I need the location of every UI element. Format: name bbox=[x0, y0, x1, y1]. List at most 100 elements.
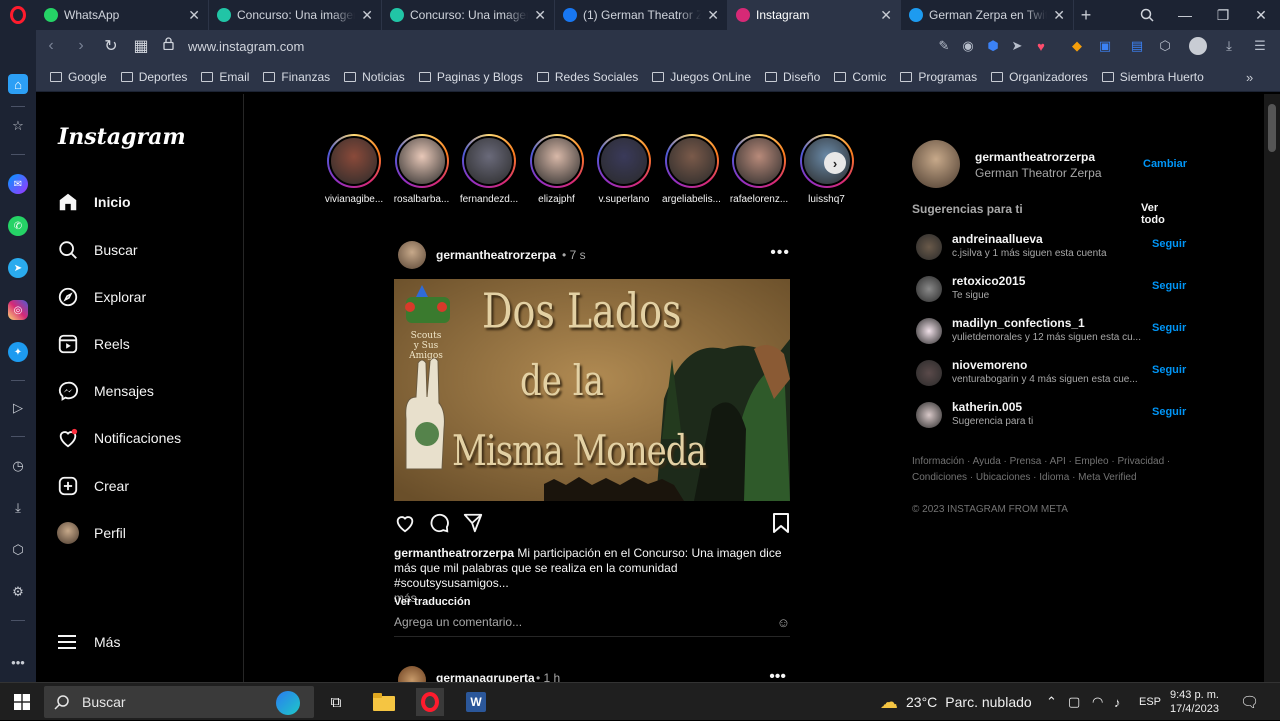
post-author-avatar[interactable] bbox=[398, 241, 426, 269]
story-item[interactable]: v.superlano bbox=[592, 134, 656, 205]
windows-start-icon[interactable] bbox=[8, 688, 36, 716]
settings-gear-icon[interactable]: ⚙ bbox=[8, 582, 28, 602]
forward-button[interactable]: › bbox=[66, 37, 96, 55]
story-item[interactable]: argeliabelis... bbox=[660, 134, 724, 205]
easy-setup-icon[interactable]: ☰ bbox=[1252, 38, 1268, 54]
downloads-icon[interactable]: ⤓ bbox=[8, 498, 28, 518]
nav-item-buscar[interactable]: Buscar bbox=[56, 238, 138, 262]
download-icon[interactable]: ⤓ bbox=[1221, 38, 1237, 54]
opera-logo[interactable] bbox=[0, 0, 36, 30]
browser-tab[interactable]: German Zerpa en Twitter ✕ bbox=[901, 0, 1074, 30]
comment-icon[interactable] bbox=[428, 512, 450, 539]
close-tab-icon[interactable]: ✕ bbox=[188, 7, 200, 24]
url-field[interactable]: www.instagram.com bbox=[188, 39, 304, 54]
more-options-icon[interactable]: ••• bbox=[8, 652, 28, 672]
nav-item-explorar[interactable]: Explorar bbox=[56, 285, 146, 309]
taskbar-search-input[interactable]: Buscar bbox=[44, 686, 314, 718]
translate-icon[interactable]: ▤ bbox=[1129, 38, 1145, 54]
bookmark-folder[interactable]: Noticias bbox=[344, 70, 405, 84]
bookmark-folder[interactable]: Deportes bbox=[120, 70, 187, 84]
suggestion-avatar[interactable] bbox=[916, 360, 942, 386]
reload-icon[interactable]: ↻ bbox=[96, 36, 126, 56]
tabs-grid-icon[interactable]: ▦ bbox=[126, 36, 156, 56]
follow-button[interactable]: Seguir bbox=[1152, 364, 1186, 376]
bookmark-folder[interactable]: Google bbox=[50, 70, 107, 84]
story-item[interactable]: rafaelorenz... bbox=[727, 134, 791, 205]
follow-button[interactable]: Seguir bbox=[1152, 322, 1186, 334]
restore-button[interactable]: ❐ bbox=[1204, 0, 1242, 30]
browser-tab[interactable]: Concurso: Una imagen d ✕ bbox=[382, 0, 555, 30]
nav-item-notificaciones[interactable]: Notificaciones bbox=[56, 426, 181, 450]
account-username[interactable]: germantheatrorzerpa bbox=[975, 150, 1095, 164]
minimize-button[interactable]: — bbox=[1166, 0, 1204, 30]
next-post-avatar[interactable] bbox=[398, 666, 426, 682]
language-indicator[interactable]: ESP bbox=[1139, 683, 1161, 721]
wifi-icon[interactable]: ◠ bbox=[1092, 683, 1103, 721]
footer-links[interactable]: Información · Ayuda · Prensa · API · Emp… bbox=[912, 454, 1170, 486]
bookmark-folder[interactable]: Redes Sociales bbox=[536, 70, 638, 84]
next-post-username[interactable]: germanagruperta bbox=[436, 671, 535, 682]
twitter-icon[interactable]: ✦ bbox=[8, 342, 28, 362]
notifications-icon[interactable]: 🗨 bbox=[1240, 683, 1259, 721]
emoji-icon[interactable]: ☺ bbox=[777, 615, 790, 630]
bookmark-folder[interactable]: Programas bbox=[900, 70, 977, 84]
star-icon[interactable]: ☆ bbox=[8, 116, 28, 136]
follow-button[interactable]: Seguir bbox=[1152, 280, 1186, 292]
messenger-icon[interactable]: ✉ bbox=[8, 174, 28, 194]
bookmark-folder[interactable]: Paginas y Blogs bbox=[418, 70, 523, 84]
bookmark-folder[interactable]: Organizadores bbox=[991, 70, 1088, 84]
home-icon[interactable]: ⌂ bbox=[8, 74, 28, 94]
suggestion-username[interactable]: andreinaallueva bbox=[952, 232, 1043, 246]
page-scrollbar[interactable] bbox=[1264, 94, 1280, 682]
browser-tab[interactable]: WhatsApp ✕ bbox=[36, 0, 209, 30]
bookmark-folder[interactable]: Comic bbox=[834, 70, 886, 84]
next-post-options-icon[interactable]: ••• bbox=[769, 668, 786, 682]
back-button[interactable]: ‹ bbox=[36, 37, 66, 55]
nav-item-inicio[interactable]: Inicio bbox=[56, 190, 131, 214]
close-tab-icon[interactable]: ✕ bbox=[707, 7, 719, 24]
browser-tab[interactable]: Instagram ✕ bbox=[728, 0, 901, 30]
footer-line2[interactable]: Condiciones · Ubicaciones · Idioma · Met… bbox=[912, 470, 1170, 486]
telegram-icon[interactable]: ➤ bbox=[8, 258, 28, 278]
story-item[interactable]: fernandezd... bbox=[457, 134, 521, 205]
opera-taskbar-icon[interactable] bbox=[416, 688, 444, 716]
new-tab-button[interactable]: + bbox=[1074, 0, 1098, 30]
extensions-icon[interactable]: ⬡ bbox=[8, 540, 28, 560]
comment-input[interactable]: Agrega un comentario... ☺ bbox=[394, 615, 790, 637]
heart-icon[interactable]: ♥ bbox=[1033, 38, 1049, 54]
story-item[interactable]: rosalbarba... bbox=[390, 134, 454, 205]
nav-item-reels[interactable]: Reels bbox=[56, 332, 130, 356]
follow-button[interactable]: Seguir bbox=[1152, 406, 1186, 418]
tray-chevron-icon[interactable]: ⌃ bbox=[1046, 683, 1057, 721]
stories-next-button[interactable]: › bbox=[824, 152, 846, 174]
weather-widget[interactable]: ☁ 23°C Parc. nublado bbox=[880, 683, 1032, 721]
shield-icon[interactable]: ⬢ bbox=[985, 38, 1001, 54]
suggestion-avatar[interactable] bbox=[916, 276, 942, 302]
suggestion-username[interactable]: retoxico2015 bbox=[952, 274, 1025, 288]
suggestion-username[interactable]: katherin.005 bbox=[952, 400, 1022, 414]
follow-button[interactable]: Seguir bbox=[1152, 238, 1186, 250]
profile-avatar[interactable] bbox=[1189, 37, 1207, 55]
share-send-icon[interactable] bbox=[462, 512, 484, 539]
close-tab-icon[interactable]: ✕ bbox=[361, 7, 373, 24]
browser-tab[interactable]: Concurso: Una imagen, d ✕ bbox=[209, 0, 382, 30]
volume-icon[interactable]: ♪ bbox=[1114, 683, 1121, 721]
footer-line1[interactable]: Información · Ayuda · Prensa · API · Emp… bbox=[912, 454, 1170, 470]
word-icon[interactable]: W bbox=[462, 688, 490, 716]
translate-extension-icon[interactable]: ▣ bbox=[1097, 38, 1113, 54]
story-item[interactable]: vivianagibe... bbox=[322, 134, 386, 205]
bookmark-folder[interactable]: Juegos OnLine bbox=[652, 70, 751, 84]
caption-username[interactable]: germantheatrorzerpa bbox=[394, 546, 514, 560]
lock-icon[interactable] bbox=[156, 37, 180, 55]
nav-item-crear[interactable]: Crear bbox=[56, 474, 129, 498]
post-options-icon[interactable]: ••• bbox=[770, 244, 790, 262]
bookmark-folder[interactable]: Finanzas bbox=[263, 70, 330, 84]
like-heart-icon[interactable] bbox=[394, 512, 416, 539]
edit-icon[interactable]: ✎ bbox=[936, 38, 952, 54]
player-icon[interactable]: ▷ bbox=[8, 398, 28, 418]
fox-extension-icon[interactable]: ◆ bbox=[1069, 38, 1085, 54]
suggestion-avatar[interactable] bbox=[916, 318, 942, 344]
bookmark-folder[interactable]: Diseño bbox=[765, 70, 820, 84]
suggestion-avatar[interactable] bbox=[916, 234, 942, 260]
tray-device-icon[interactable]: ▢ bbox=[1068, 683, 1080, 721]
